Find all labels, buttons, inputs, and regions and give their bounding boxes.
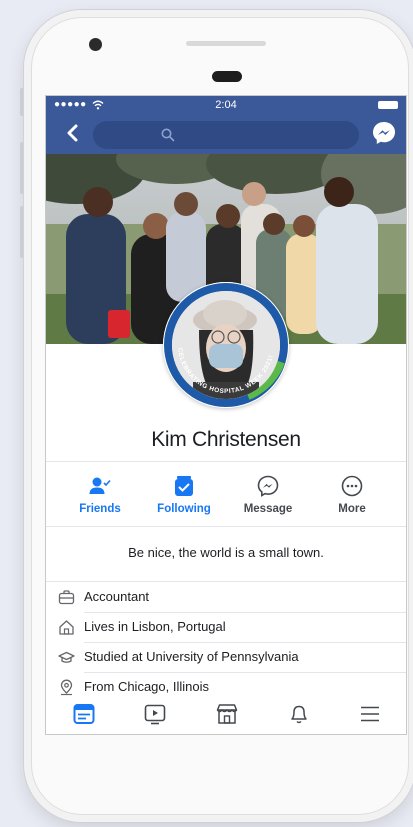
phone-speaker xyxy=(212,71,242,82)
more-icon xyxy=(341,475,363,497)
divider xyxy=(46,526,406,527)
message-label: Message xyxy=(243,503,293,515)
status-bar: ●●●●● 2:04 xyxy=(46,96,406,114)
news-feed-icon[interactable] xyxy=(72,702,96,726)
top-navigation-bar xyxy=(46,114,406,154)
app-screen: ●●●●● 2:04 CELEBRATING HOSPITAL WEEK 202… xyxy=(45,95,407,735)
about-education-text: Studied at University of Pennsylvania xyxy=(84,649,299,664)
briefcase-icon xyxy=(58,590,75,605)
messenger-icon[interactable] xyxy=(371,120,397,146)
search-input[interactable] xyxy=(93,121,359,149)
friends-button[interactable]: Friends xyxy=(60,464,140,526)
following-label: Following xyxy=(157,503,211,515)
notifications-icon[interactable] xyxy=(287,702,311,726)
profile-picture[interactable]: CELEBRATING HOSPITAL WEEK 2021! xyxy=(163,282,289,408)
more-label: More xyxy=(338,503,366,515)
about-education[interactable]: Studied at University of Pennsylvania xyxy=(46,642,406,672)
following-icon xyxy=(175,476,193,496)
profile-bio: Be nice, the world is a small town. xyxy=(128,545,324,560)
marketplace-icon[interactable] xyxy=(215,702,239,726)
divider xyxy=(46,461,406,462)
profile-name: Kim Christensen xyxy=(151,428,301,451)
messenger-icon xyxy=(257,475,279,497)
bottom-tab-bar xyxy=(46,696,406,734)
phone-sensor xyxy=(186,41,266,46)
watch-icon[interactable] xyxy=(143,702,167,726)
battery-icon xyxy=(378,101,398,109)
friends-icon xyxy=(89,477,111,494)
about-lives-in[interactable]: Lives in Lisbon, Portugal xyxy=(46,612,406,642)
back-arrow-icon[interactable] xyxy=(64,122,82,144)
about-work[interactable]: Accountant xyxy=(46,582,406,612)
friends-label: Friends xyxy=(79,503,121,515)
profile-picture-image: CELEBRATING HOSPITAL WEEK 2021! xyxy=(163,282,289,408)
search-icon xyxy=(161,128,175,142)
about-lives-in-text: Lives in Lisbon, Portugal xyxy=(84,619,226,634)
location-pin-icon xyxy=(60,679,73,696)
front-camera xyxy=(89,38,102,51)
profile-actions: Friends Following Message More xyxy=(46,464,406,526)
status-time: 2:04 xyxy=(215,99,237,111)
following-button[interactable]: Following xyxy=(144,464,224,526)
message-button[interactable]: Message xyxy=(228,464,308,526)
menu-icon[interactable] xyxy=(358,702,382,726)
about-work-text: Accountant xyxy=(84,589,150,604)
home-icon xyxy=(59,620,74,635)
about-hometown-text: From Chicago, Illinois xyxy=(84,679,209,694)
more-button[interactable]: More xyxy=(312,464,392,526)
graduation-cap-icon xyxy=(58,651,75,663)
